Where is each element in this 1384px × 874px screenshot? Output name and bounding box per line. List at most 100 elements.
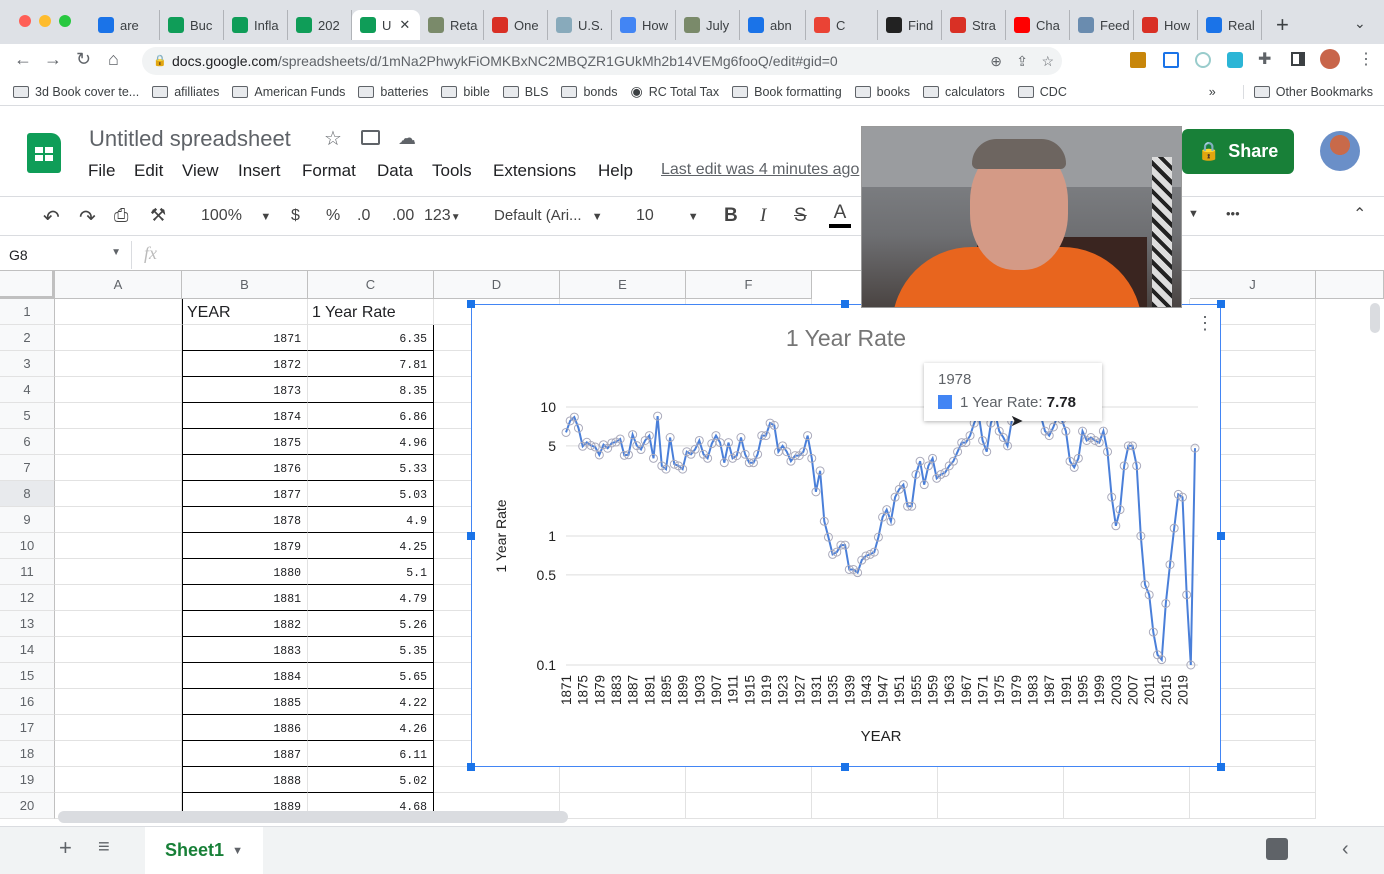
cell-rate[interactable]: 6.35 (308, 325, 434, 351)
column-header-a[interactable]: A (55, 271, 182, 299)
webcam-overlay[interactable] (861, 126, 1182, 308)
cell[interactable] (560, 767, 686, 793)
cell[interactable] (686, 793, 812, 819)
column-header-d[interactable]: D (434, 271, 560, 299)
menu-format[interactable]: Format (302, 161, 356, 181)
cell-rate[interactable]: 5.1 (308, 559, 434, 585)
menu-extensions[interactable]: Extensions (493, 161, 576, 181)
bookmark-item[interactable]: ◉ RC Total Tax (631, 83, 720, 100)
cell[interactable] (434, 767, 560, 793)
cell-year[interactable]: 1875 (182, 429, 308, 455)
browser-tab[interactable]: C (806, 10, 878, 40)
cell[interactable] (55, 533, 182, 559)
cell-year[interactable]: 1880 (182, 559, 308, 585)
bookmark-item[interactable]: bonds (561, 85, 618, 99)
browser-tab[interactable]: Infla (224, 10, 288, 40)
browser-tab[interactable]: How (612, 10, 676, 40)
cell[interactable] (55, 429, 182, 455)
cell[interactable] (812, 793, 938, 819)
other-bookmarks[interactable]: Other Bookmarks (1242, 84, 1373, 99)
menu-view[interactable]: View (182, 161, 219, 181)
forward-icon[interactable]: → (44, 49, 62, 70)
toolbar-dropdown-icon[interactable]: ▼ (1188, 208, 1199, 220)
cell-rate[interactable]: 4.25 (308, 533, 434, 559)
chart-resize-handle[interactable] (1217, 763, 1225, 771)
chart-resize-handle[interactable] (467, 300, 475, 308)
select-all-corner[interactable] (0, 271, 55, 299)
cell[interactable] (560, 793, 686, 819)
column-header-j[interactable]: J (1190, 271, 1316, 299)
bookmark-item[interactable]: batteries (358, 85, 428, 99)
row-header-12[interactable]: 12 (0, 585, 55, 611)
chart[interactable]: 1 Year Rate 0.1 0.5 1 5 10 1 Year Rate YEAR 1871… (471, 304, 1221, 767)
chart-menu-icon[interactable]: ⋮ (1196, 313, 1214, 334)
cell-rate[interactable]: 5.03 (308, 481, 434, 507)
cell-year[interactable]: 1881 (182, 585, 308, 611)
cell[interactable] (1064, 767, 1190, 793)
chart-resize-handle[interactable] (841, 300, 849, 308)
browser-tab[interactable]: abn (740, 10, 806, 40)
row-header-10[interactable]: 10 (0, 533, 55, 559)
zoom-icon[interactable]: ⊕ (990, 47, 1002, 75)
cell-year[interactable]: 1877 (182, 481, 308, 507)
row-header-2[interactable]: 2 (0, 325, 55, 351)
row-header-15[interactable]: 15 (0, 663, 55, 689)
cell[interactable] (55, 559, 182, 585)
chart-resize-handle[interactable] (467, 763, 475, 771)
cell-year[interactable]: 1885 (182, 689, 308, 715)
row-header-9[interactable]: 9 (0, 507, 55, 533)
cell[interactable] (1190, 767, 1316, 793)
extension-icon[interactable] (1130, 52, 1146, 68)
bookmark-item[interactable]: 3d Book cover te... (13, 85, 139, 99)
cell-rate[interactable]: 6.86 (308, 403, 434, 429)
cell-rate[interactable]: 4.96 (308, 429, 434, 455)
cell-rate[interactable]: 4.22 (308, 689, 434, 715)
menu-edit[interactable]: Edit (134, 161, 163, 181)
percent-format-button[interactable]: % (326, 207, 340, 225)
browser-tab[interactable]: are (90, 10, 160, 40)
browser-menu-icon[interactable]: ⋮ (1358, 49, 1374, 69)
cell-rate-header[interactable]: 1 Year Rate (308, 299, 434, 325)
cell[interactable] (55, 481, 182, 507)
column-header-k[interactable] (1316, 271, 1384, 299)
cell[interactable] (55, 715, 182, 741)
cell-year[interactable]: 1871 (182, 325, 308, 351)
cell-year[interactable]: 1872 (182, 351, 308, 377)
cell[interactable] (55, 767, 182, 793)
bookmark-item[interactable]: calculators (923, 85, 1005, 99)
last-edit-link[interactable]: Last edit was 4 minutes ago (661, 161, 859, 179)
redo-icon[interactable]: ↷ (79, 205, 96, 230)
sheet-tab-sheet1[interactable]: Sheet1 ▼ (145, 827, 263, 874)
more-options-button[interactable]: ••• (1226, 206, 1240, 221)
back-icon[interactable]: ← (14, 49, 32, 70)
browser-tab[interactable]: Reta (420, 10, 484, 40)
minimize-window-button[interactable] (39, 15, 51, 27)
row-header-3[interactable]: 3 (0, 351, 55, 377)
bold-button[interactable]: B (724, 205, 738, 227)
row-header-11[interactable]: 11 (0, 559, 55, 585)
share-page-icon[interactable]: ⇪ (1016, 47, 1028, 75)
collapse-sidebar-icon[interactable]: ‹ (1342, 838, 1349, 861)
browser-tab[interactable]: Real (1198, 10, 1262, 40)
cell-year[interactable]: 1883 (182, 637, 308, 663)
bookmark-item[interactable]: bible (441, 85, 490, 99)
star-icon[interactable]: ☆ (324, 126, 342, 151)
cell-rate[interactable]: 6.11 (308, 741, 434, 767)
vertical-scrollbar[interactable] (1370, 303, 1380, 333)
bookmark-item[interactable]: BLS (502, 85, 548, 99)
cell-rate[interactable]: 4.79 (308, 585, 434, 611)
italic-button[interactable]: I (760, 205, 766, 227)
cell-rate[interactable]: 7.81 (308, 351, 434, 377)
browser-tab[interactable]: 202 (288, 10, 352, 40)
cell[interactable] (55, 741, 182, 767)
menu-file[interactable]: File (88, 161, 115, 181)
cell[interactable] (55, 325, 182, 351)
cell-rate[interactable]: 4.9 (308, 507, 434, 533)
url-input[interactable]: 🔒 docs.google.com/spreadsheets/d/1mNa2Ph… (142, 47, 1062, 75)
cell-year[interactable]: 1886 (182, 715, 308, 741)
explore-icon[interactable] (1266, 838, 1288, 860)
cell-year[interactable]: 1882 (182, 611, 308, 637)
bookmark-item[interactable]: afilliates (152, 85, 219, 99)
browser-tab[interactable]: U ✕ (352, 10, 420, 40)
horizontal-scrollbar[interactable] (58, 811, 568, 823)
